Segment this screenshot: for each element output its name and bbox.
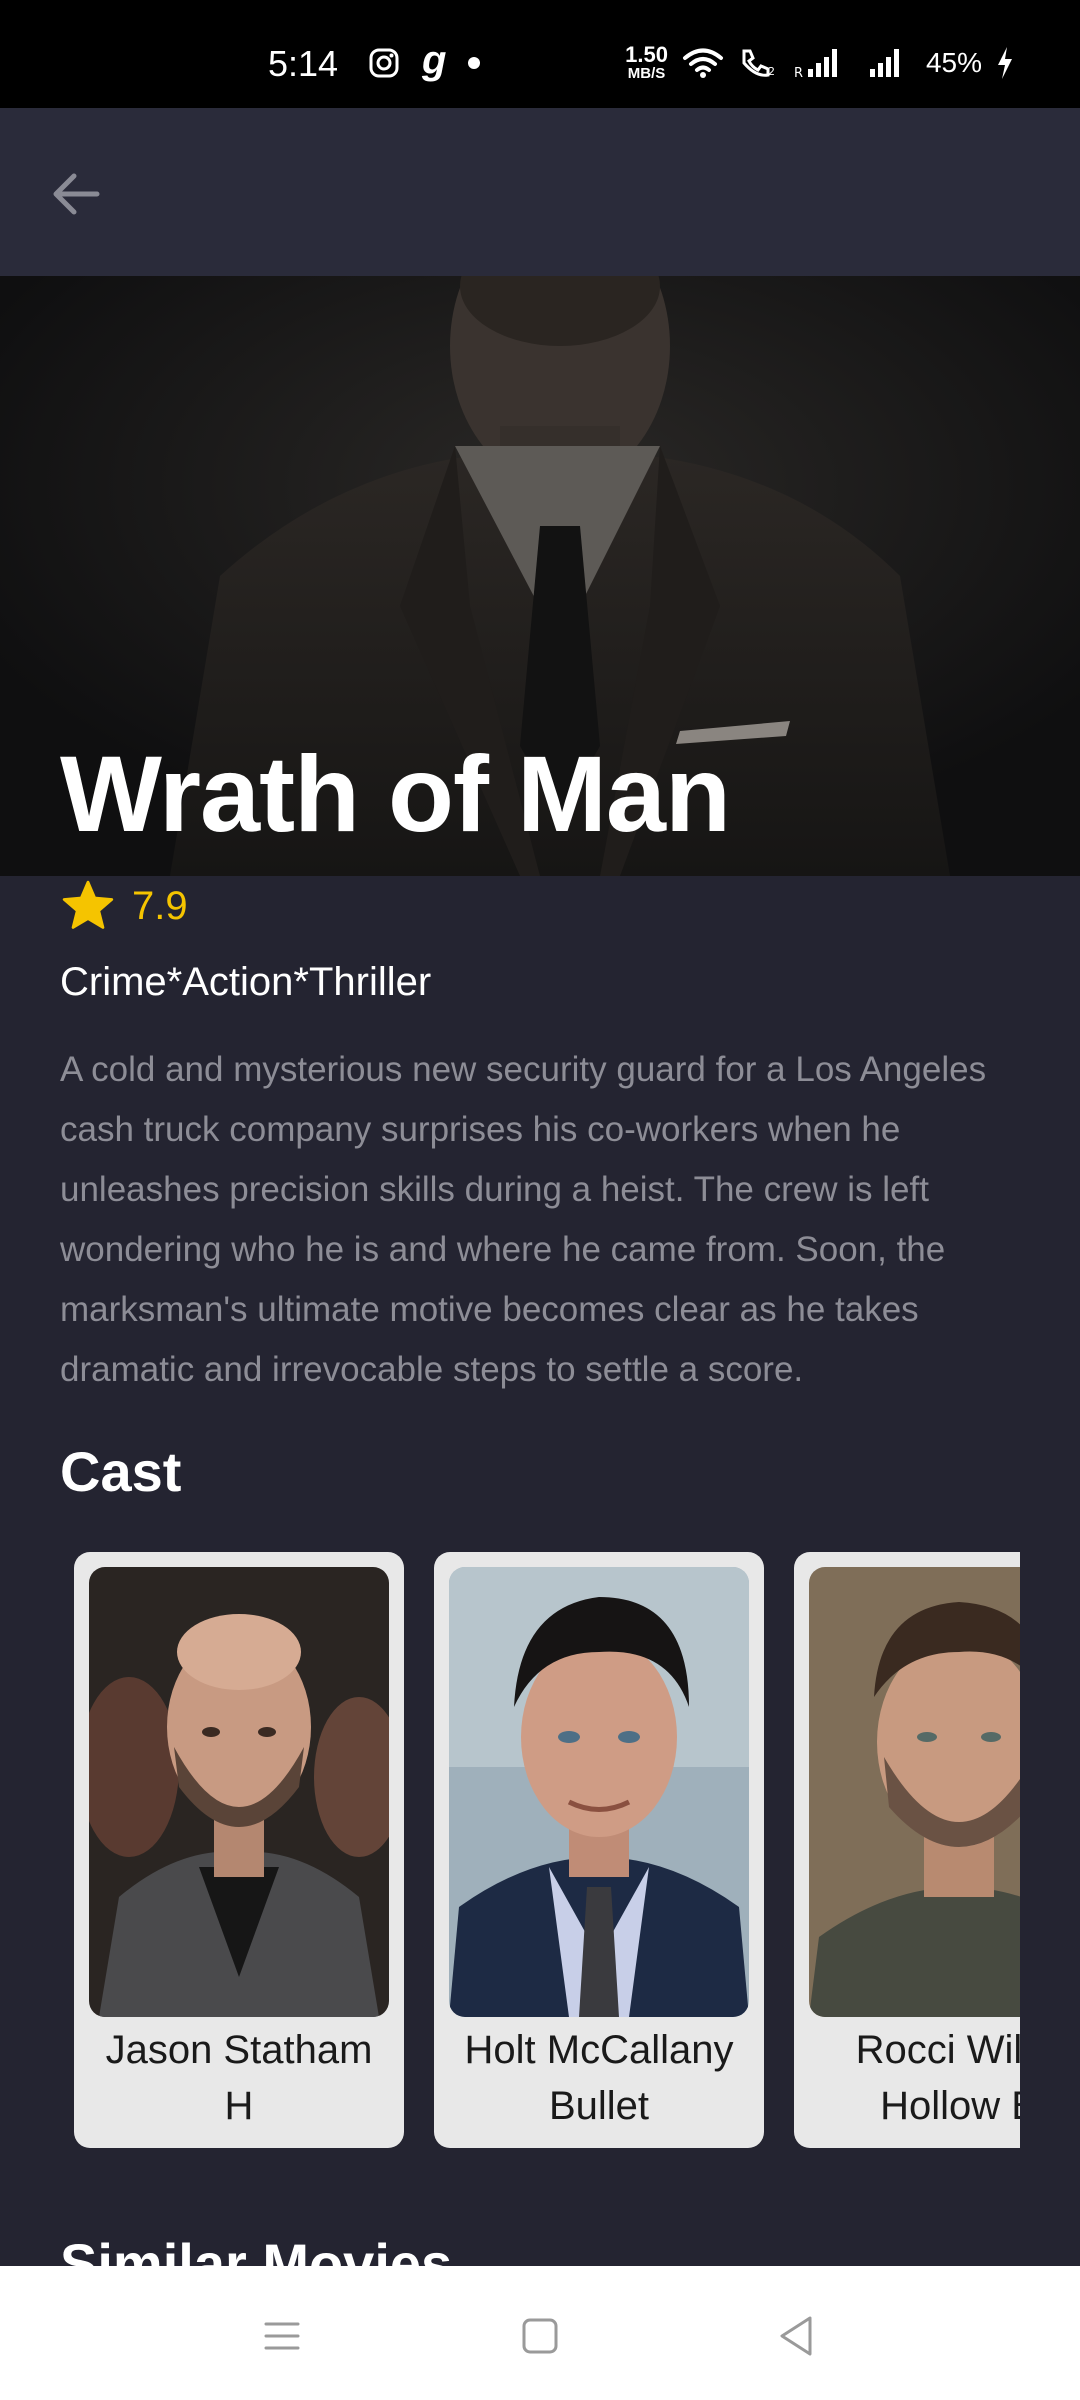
nav-back-button[interactable] [766, 2306, 826, 2366]
g-app-icon: g [422, 38, 447, 82]
cast-name: Rocci Willia [855, 2028, 1020, 2072]
svg-text:R: R [794, 66, 803, 79]
similar-section: Similar Movies [0, 2200, 1080, 2267]
network-speed-value: 1.50 [625, 42, 668, 67]
cast-card[interactable]: Rocci Willia Hollow B [794, 1552, 1020, 2148]
wifi-calling-icon: 2 [742, 49, 775, 78]
back-button[interactable] [40, 158, 112, 230]
cast-card[interactable]: Jason Statham H [74, 1552, 404, 2148]
status-system-icons: 1.50 MB/S 2 R 45% [625, 44, 1014, 81]
status-bar: 5:14 g 1.50 MB/S 2 R 45% [0, 0, 1080, 108]
cast-photo [89, 1567, 389, 2017]
recent-apps-button[interactable] [252, 2306, 312, 2366]
network-speed: 1.50 MB/S [625, 42, 668, 82]
rating: 7.9 [60, 878, 188, 934]
cast-role: Hollow B [880, 2084, 1020, 2128]
network-speed-unit: MB/S [627, 65, 666, 82]
status-notification-icons: g [368, 40, 481, 80]
app-bar [0, 108, 1080, 276]
overview: A cold and mysterious new security guard… [60, 1050, 987, 1389]
cast-title: Cast [60, 1440, 182, 1503]
signal-icon: R [794, 48, 837, 79]
instagram-icon [369, 48, 399, 78]
status-time: 5:14 [268, 43, 339, 84]
home-button[interactable] [510, 2306, 570, 2366]
cast-name: Holt McCallany [464, 2028, 734, 2072]
home-icon [522, 2318, 558, 2354]
cast-photo [449, 1567, 749, 2017]
dot-icon [468, 57, 481, 69]
cast-photo [809, 1567, 1020, 2017]
cast-list[interactable]: Jason Statham H Holt McCallany Bullet Ro… [74, 1552, 1020, 2152]
cast-role: H [224, 2084, 254, 2128]
recent-apps-icon [264, 2322, 300, 2350]
genres: Crime*Action*Thriller [60, 960, 432, 1004]
rating-value: 7.9 [132, 883, 188, 928]
cast-name: Jason Statham [105, 2028, 373, 2072]
system-navigation-bar [0, 2266, 1080, 2400]
battery-charging-icon [998, 46, 1012, 79]
back-triangle-icon [780, 2316, 812, 2356]
cast-role: Bullet [548, 2084, 650, 2128]
signal-icon-2 [869, 48, 899, 77]
cast-card[interactable]: Holt McCallany Bullet [434, 1552, 764, 2148]
star-icon [62, 880, 114, 929]
similar-movies-title: Similar Movies [60, 2232, 453, 2267]
arrow-back-icon [53, 173, 100, 215]
movie-title: Wrath of Man [60, 733, 731, 854]
battery-level: 45% [925, 46, 982, 78]
svg-text:2: 2 [768, 65, 775, 78]
wifi-icon [682, 48, 723, 78]
